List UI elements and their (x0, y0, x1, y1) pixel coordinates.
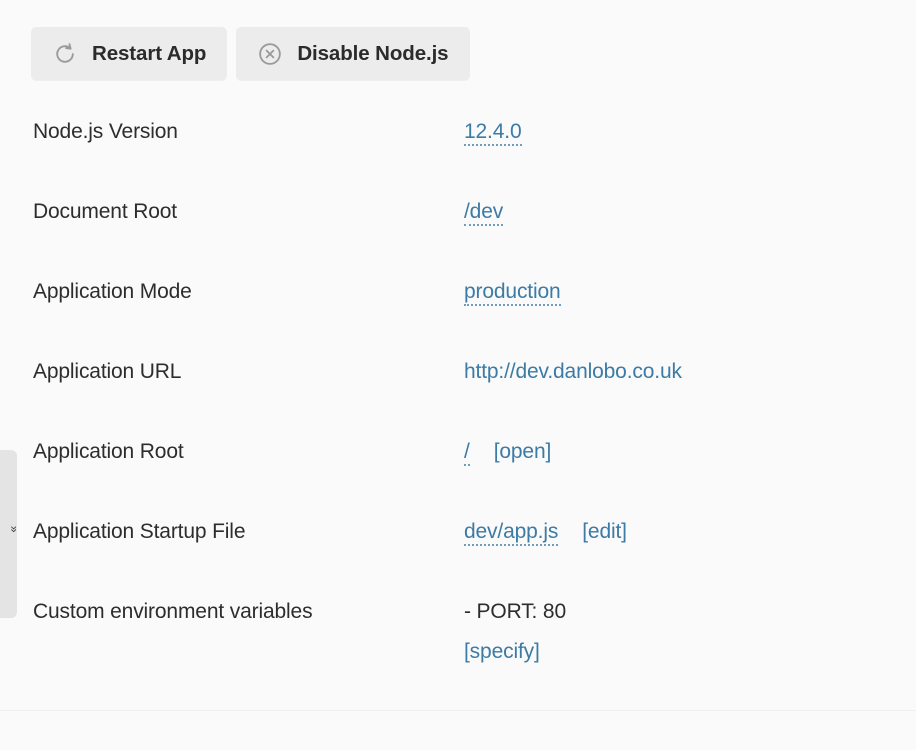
bottom-divider (0, 710, 916, 711)
info-row: Node.js Version 12.4.0 (0, 112, 916, 192)
application-mode-link[interactable]: production (464, 280, 561, 306)
info-row: Application Startup File dev/app.js [edit] (0, 512, 916, 592)
nodejs-version-link[interactable]: 12.4.0 (464, 120, 522, 146)
application-root-label: Application Root (33, 440, 184, 463)
custom-env-specify-link[interactable]: [specify] (464, 640, 540, 663)
info-row: Custom environment variables - PORT: 80 [s… (0, 592, 916, 672)
application-url-link[interactable]: http://dev.danlobo.co.uk (464, 360, 682, 383)
application-url-value: http://dev.danlobo.co.uk (464, 352, 916, 392)
info-row: Application URL http://dev.danlobo.co.uk (0, 352, 916, 432)
restart-icon (52, 41, 78, 67)
application-root-value: / [open] (464, 432, 916, 472)
custom-environment-variables-value: - PORT: 80 [specify] (464, 592, 916, 672)
application-root-open-link[interactable]: [open] (494, 440, 552, 463)
application-url-label: Application URL (33, 360, 182, 383)
application-root-link[interactable]: / (464, 440, 470, 466)
custom-environment-variables-label: Custom environment variables (33, 600, 313, 623)
disable-node-js-button[interactable]: Disable Node.js (236, 27, 470, 80)
document-root-value: /dev (464, 192, 916, 232)
disable-circle-x-icon (257, 41, 283, 67)
button-label: Disable Node.js (297, 41, 449, 65)
nodejs-version-value: 12.4.0 (464, 112, 916, 152)
application-startup-file-link[interactable]: dev/app.js (464, 520, 558, 546)
custom-env-value: - PORT: 80 (464, 600, 566, 623)
button-label: Restart App (92, 41, 207, 65)
info-row: Application Mode production (0, 272, 916, 352)
application-mode-value: production (464, 272, 916, 312)
document-root-link[interactable]: /dev (464, 200, 503, 226)
action-toolbar: Restart App Disable Node.js (31, 27, 470, 80)
nodejs-version-label: Node.js Version (33, 120, 178, 143)
info-row: Application Root / [open] (0, 432, 916, 512)
application-startup-file-label: Application Startup File (33, 520, 246, 543)
info-row: Document Root/dev (0, 192, 916, 272)
application-mode-label: Application Mode (33, 280, 192, 303)
restart-app-button[interactable]: Restart App (31, 27, 228, 80)
document-root-label: Document Root (33, 200, 177, 223)
nodejs-app-info-list: Node.js Version 12.4.0 Document Root/dev Ap… (0, 112, 916, 672)
application-startup-file-edit-link[interactable]: [edit] (582, 520, 627, 543)
application-startup-file-value: dev/app.js [edit] (464, 512, 916, 552)
